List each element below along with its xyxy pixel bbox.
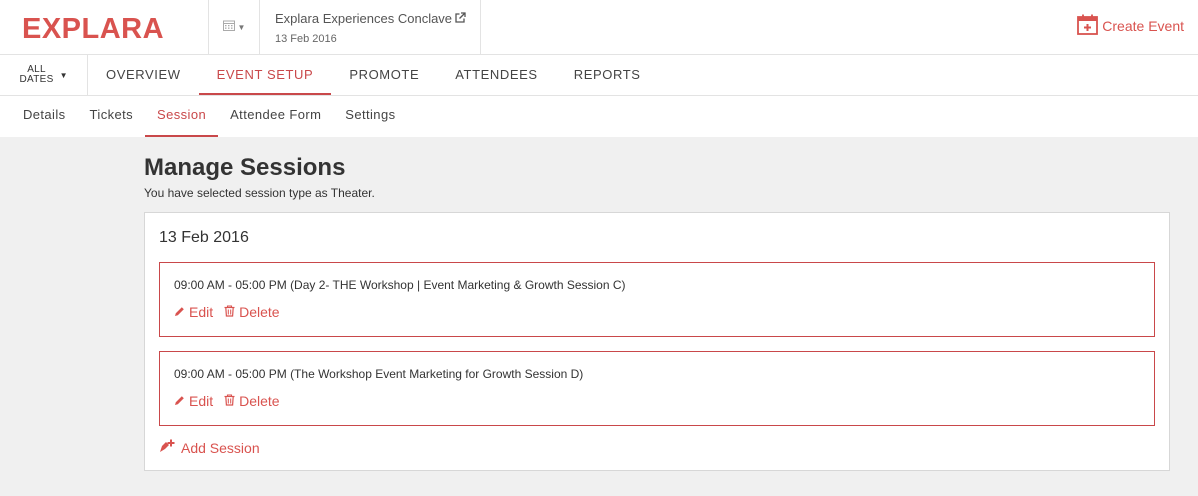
trash-icon bbox=[224, 393, 239, 409]
add-session-icon bbox=[159, 439, 181, 456]
subtab-attendee-form[interactable]: Attendee Form bbox=[218, 96, 333, 137]
delete-label: Delete bbox=[239, 393, 280, 409]
pencil-icon bbox=[174, 304, 189, 320]
external-link-icon bbox=[452, 11, 466, 26]
main-content: Manage Sessions You have selected sessio… bbox=[144, 137, 1170, 471]
svg-text:EXPLARA: EXPLARA bbox=[22, 13, 164, 42]
session-item: 09:00 AM - 05:00 PM (The Workshop Event … bbox=[159, 351, 1155, 426]
main-nav: ALL DATES ▼ OVERVIEW EVENT SETUP PROMOTE… bbox=[0, 55, 1198, 96]
sessions-panel: 13 Feb 2016 09:00 AM - 05:00 PM (Day 2- … bbox=[144, 212, 1170, 471]
edit-session-button[interactable]: Edit bbox=[174, 304, 213, 320]
add-session-button[interactable]: Add Session bbox=[159, 439, 1155, 456]
all-dates-label: ALL DATES bbox=[19, 64, 54, 85]
date-heading: 13 Feb 2016 bbox=[159, 229, 249, 246]
page-title: Manage Sessions bbox=[144, 154, 346, 181]
sub-nav: Details Tickets Session Attendee Form Se… bbox=[0, 96, 1198, 137]
subtab-session[interactable]: Session bbox=[145, 96, 219, 137]
calendar-dropdown-button[interactable]: ▼ bbox=[208, 0, 260, 54]
tab-promote[interactable]: PROMOTE bbox=[331, 55, 437, 95]
edit-session-button[interactable]: Edit bbox=[174, 393, 213, 409]
subtab-details[interactable]: Details bbox=[11, 96, 78, 137]
trash-icon bbox=[224, 304, 239, 320]
delete-label: Delete bbox=[239, 304, 280, 320]
explara-logo[interactable]: EXPLARA bbox=[22, 12, 172, 45]
caret-down-icon: ▼ bbox=[59, 70, 68, 80]
all-dates-dropdown[interactable]: ALL DATES ▼ bbox=[0, 55, 88, 95]
pencil-icon bbox=[174, 393, 189, 409]
edit-label: Edit bbox=[189, 304, 214, 320]
event-info: Explara Experiences Conclave 13 Feb 2016 bbox=[260, 0, 481, 54]
event-title-link[interactable]: Explara Experiences Conclave bbox=[275, 11, 480, 26]
top-header: EXPLARA ▼ Explara Experiences Conclave 1… bbox=[0, 0, 1198, 55]
session-type-note: You have selected session type as Theate… bbox=[144, 186, 375, 200]
create-event-label: Create Event bbox=[1102, 18, 1184, 34]
calendar-plus-icon bbox=[1077, 14, 1102, 38]
event-date: 13 Feb 2016 bbox=[275, 33, 337, 45]
sub-nav-tabs: Details Tickets Session Attendee Form Se… bbox=[0, 96, 1198, 137]
caret-down-icon: ▼ bbox=[237, 22, 246, 32]
add-session-label: Add Session bbox=[181, 439, 260, 456]
session-actions: Edit Delete bbox=[174, 393, 1140, 409]
tab-attendees[interactable]: ATTENDEES bbox=[437, 55, 555, 95]
tab-event-setup[interactable]: EVENT SETUP bbox=[198, 55, 332, 95]
session-text: 09:00 AM - 05:00 PM (Day 2- THE Workshop… bbox=[174, 278, 626, 292]
session-item: 09:00 AM - 05:00 PM (Day 2- THE Workshop… bbox=[159, 262, 1155, 337]
edit-label: Edit bbox=[189, 393, 214, 409]
subtab-tickets[interactable]: Tickets bbox=[78, 96, 146, 137]
session-actions: Edit Delete bbox=[174, 304, 1140, 320]
subtab-settings[interactable]: Settings bbox=[333, 96, 407, 137]
tab-reports[interactable]: REPORTS bbox=[556, 55, 659, 95]
tab-overview[interactable]: OVERVIEW bbox=[88, 55, 199, 95]
calendar-icon bbox=[222, 18, 235, 36]
delete-session-button[interactable]: Delete bbox=[224, 304, 280, 320]
main-nav-tabs: OVERVIEW EVENT SETUP PROMOTE ATTENDEES R… bbox=[88, 55, 659, 95]
delete-session-button[interactable]: Delete bbox=[224, 393, 280, 409]
create-event-button[interactable]: Create Event bbox=[1077, 14, 1184, 38]
event-title: Explara Experiences Conclave bbox=[275, 11, 453, 26]
session-text: 09:00 AM - 05:00 PM (The Workshop Event … bbox=[174, 367, 584, 381]
